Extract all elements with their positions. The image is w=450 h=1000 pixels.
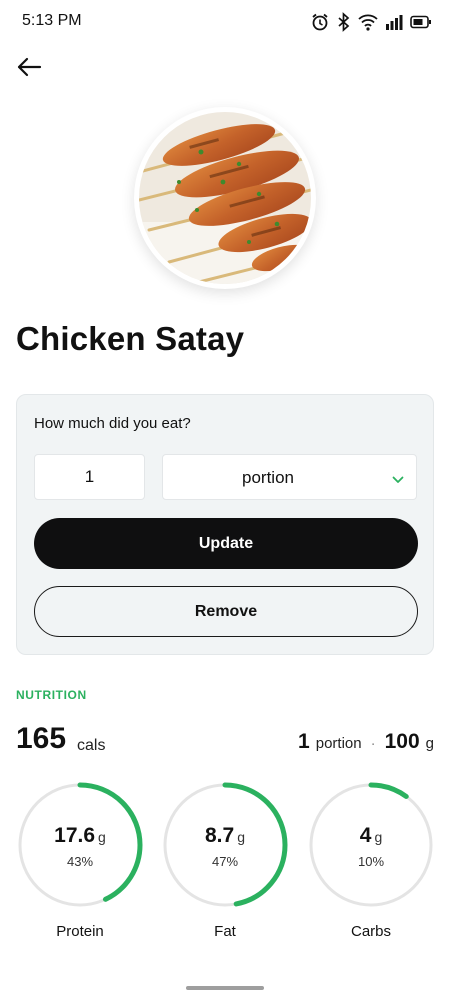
back-button[interactable] <box>12 54 46 84</box>
protein-percent: 43% <box>66 854 94 869</box>
serving-unit: portion <box>315 735 362 752</box>
arrow-left-icon[interactable] <box>16 57 42 82</box>
unit-dropdown-value: portion <box>242 468 294 487</box>
carbs-amount: 4g <box>308 824 434 848</box>
bluetooth-icon <box>337 12 351 32</box>
fat-amount: 8.7 g <box>162 824 288 848</box>
status-bar: 5:13 PM <box>0 0 450 44</box>
home-indicator[interactable] <box>186 986 264 990</box>
protein-label: Protein <box>56 923 104 940</box>
calories-unit: cals <box>77 737 106 754</box>
protein-amount: 17.6 g <box>17 824 143 848</box>
carbs-label: Carbs <box>350 923 391 940</box>
status-icons <box>310 10 432 34</box>
signal-icon <box>385 14 403 30</box>
weight-value: 100 <box>384 730 420 753</box>
update-button[interactable]: Update <box>34 518 418 569</box>
chevron-down-icon <box>392 471 404 489</box>
serving-count: 1 <box>298 730 310 753</box>
calories-value: 165 <box>16 722 67 755</box>
carbs-grams-unit: g <box>374 829 383 845</box>
status-time: 5:13 PM <box>22 12 82 29</box>
unit-dropdown[interactable]: portion <box>162 454 417 500</box>
weight-unit: g <box>425 735 434 752</box>
quantity-input[interactable] <box>34 454 145 500</box>
carbs-grams: 4 <box>359 824 372 847</box>
serving-separator: · <box>370 735 376 752</box>
battery-icon <box>410 15 432 29</box>
fat-label: Fat <box>214 923 236 940</box>
fat-grams: 8.7 <box>205 824 235 847</box>
serving-summary: 1 portion · 100 g <box>298 730 434 754</box>
wifi-icon <box>358 13 378 31</box>
nutrition-heading: NUTRITION <box>16 688 87 702</box>
fat-ring: 8.7 g 47% <box>162 782 288 908</box>
food-title: Chicken Satay <box>16 320 245 357</box>
carbs-percent: 10% <box>357 854 385 869</box>
protein-ring: 17.6 g 43% <box>17 782 143 908</box>
protein-grams: 17.6 <box>54 824 96 847</box>
carbs-ring: 4g 10% <box>308 782 434 908</box>
portion-card: How much did you eat? portion Update Rem… <box>16 394 434 655</box>
food-photo <box>134 107 316 289</box>
remove-button[interactable]: Remove <box>34 586 418 637</box>
protein-grams-unit: g <box>98 829 106 845</box>
fat-percent: 47% <box>211 854 239 869</box>
alarm-icon <box>310 12 330 32</box>
portion-question: How much did you eat? <box>34 415 191 432</box>
fat-grams-unit: g <box>237 829 245 845</box>
